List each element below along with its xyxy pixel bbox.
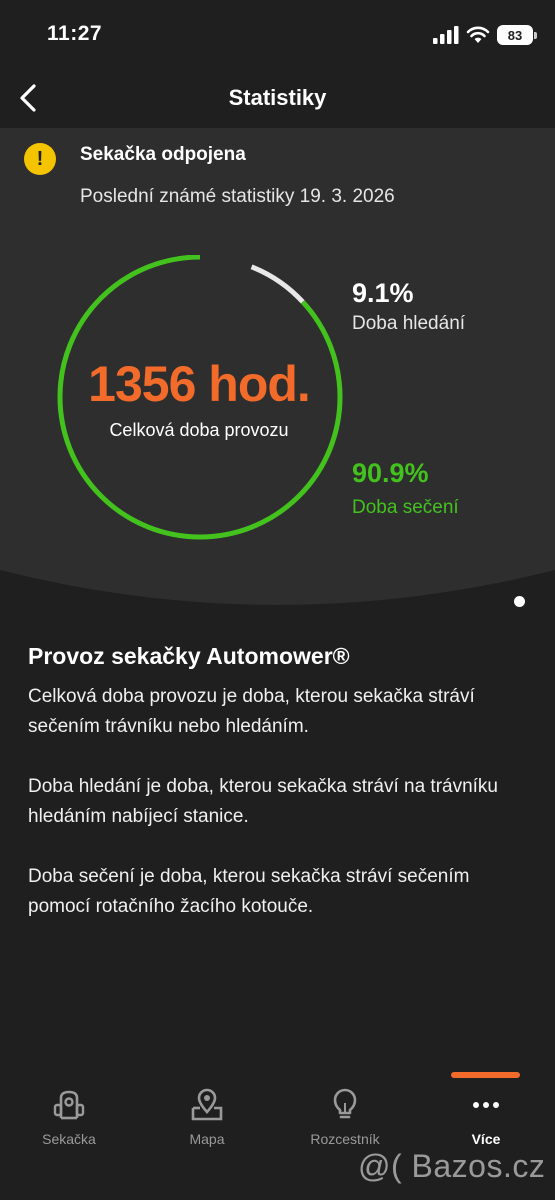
tab-mower[interactable]: Sekačka xyxy=(0,1085,138,1155)
total-operation-value: 1356 hod. xyxy=(88,356,311,412)
page-indicator-dot[interactable] xyxy=(514,596,525,607)
tab-label: Rozcestník xyxy=(310,1131,380,1147)
warning-icon: ! xyxy=(24,143,56,175)
mowing-percent: 90.9% xyxy=(352,458,429,488)
alert-title: Sekačka odpojena xyxy=(80,144,246,165)
tab-label: Mapa xyxy=(189,1131,225,1147)
mower-icon xyxy=(49,1085,89,1125)
info-paragraph-mowing: Doba sečení je doba, kterou sekačka strá… xyxy=(28,866,470,917)
total-operation-label: Celková doba provozu xyxy=(109,420,289,440)
info-paragraph-search: Doba hledání je doba, kterou sekačka str… xyxy=(28,776,498,827)
alert-subtitle: Poslední známé statistiky 19. 3. 2026 xyxy=(80,186,395,207)
tab-more[interactable]: Více xyxy=(417,1085,555,1155)
lightbulb-icon xyxy=(325,1085,365,1125)
tab-hub[interactable]: Rozcestník xyxy=(276,1085,414,1155)
stats-card xyxy=(0,128,555,605)
tab-label: Sekačka xyxy=(42,1131,96,1147)
info-title: Provoz sekačky Automower® xyxy=(28,643,350,669)
search-label: Doba hledání xyxy=(352,313,466,334)
watermark: @( Bazos.cz xyxy=(358,1148,546,1184)
active-tab-indicator xyxy=(451,1072,520,1078)
mowing-label: Doba sečení xyxy=(352,497,459,518)
tab-label: Více xyxy=(471,1131,501,1147)
tab-map[interactable]: Mapa xyxy=(138,1085,276,1155)
more-icon xyxy=(466,1085,506,1125)
info-paragraph-total: Celková doba provozu je doba, kterou sek… xyxy=(28,686,475,737)
map-icon xyxy=(187,1085,227,1125)
search-percent: 9.1% xyxy=(352,278,414,308)
